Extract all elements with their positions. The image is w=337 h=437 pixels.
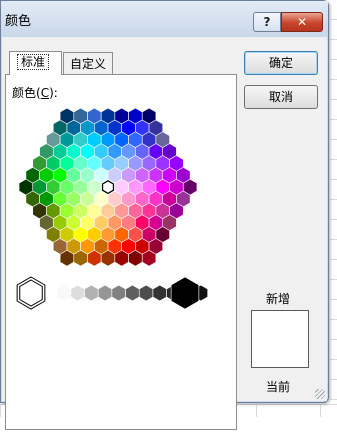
tab-standard[interactable]: 标准 xyxy=(9,51,62,75)
ok-button[interactable]: 确定 xyxy=(244,51,318,75)
gray-swatch[interactable] xyxy=(56,284,72,302)
gray-swatch[interactable] xyxy=(152,284,167,302)
gray-swatch[interactable] xyxy=(84,284,99,302)
white-swatch[interactable] xyxy=(16,276,46,310)
help-button[interactable]: ? xyxy=(253,12,281,32)
gray-swatch[interactable] xyxy=(138,284,154,302)
dialog-client-area: 标准 自定义 颜色(C): 确定 取消 新增 当前 xyxy=(2,37,327,430)
dialog-title: 颜色 xyxy=(5,14,32,29)
title-bar[interactable]: 颜色 ? ✕ xyxy=(1,1,328,37)
cancel-button[interactable]: 取消 xyxy=(244,85,318,109)
black-swatch[interactable] xyxy=(170,276,200,310)
resize-grip-icon[interactable] xyxy=(315,389,325,399)
color-preview-swatch xyxy=(251,310,309,368)
new-color-label: 新增 xyxy=(266,292,291,306)
current-color-label: 当前 xyxy=(266,380,291,394)
tab-standard-label: 标准 xyxy=(17,54,50,70)
gray-swatch[interactable] xyxy=(111,284,126,302)
color-dialog: 颜色 ? ✕ 标准 自定义 颜色(C): 确定 取消 新增 当前 xyxy=(0,0,329,430)
gray-swatch[interactable] xyxy=(97,284,113,302)
gray-swatch[interactable] xyxy=(125,284,140,302)
gray-swatch[interactable] xyxy=(70,284,85,302)
close-button[interactable]: ✕ xyxy=(281,12,323,32)
